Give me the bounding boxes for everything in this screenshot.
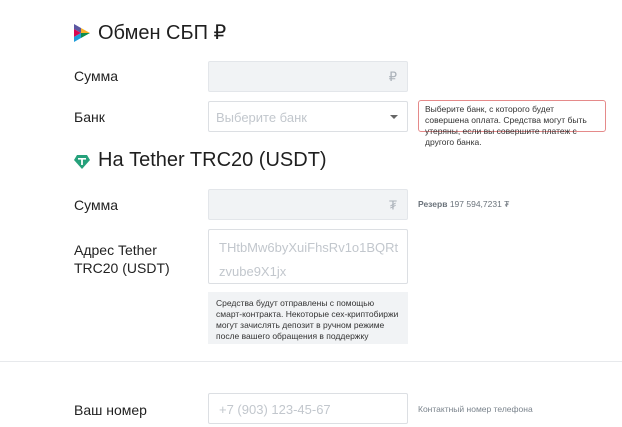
bank-warning-note: Выберите банк, с которого будет совершен… xyxy=(418,100,606,147)
bank-select-placeholder: Выберите банк xyxy=(216,110,307,125)
rub-currency-sign: ₽ xyxy=(388,68,397,84)
tether-section-header: На Tether TRC20 (USDT) xyxy=(74,149,327,172)
section-divider xyxy=(0,361,622,362)
sbp-amount-input[interactable]: ₽ xyxy=(208,61,408,92)
phone-hint: Контактный номер телефона xyxy=(418,404,533,414)
address-placeholder: THtbMw6byXuiFhsRv1o1BQRt zvube9X1jx xyxy=(219,240,399,279)
sbp-section-header: Обмен СБП ₽ xyxy=(74,20,226,45)
chevron-down-icon xyxy=(390,115,398,119)
sbp-section-title: Обмен СБП ₽ xyxy=(98,22,227,44)
tether-amount-label: Сумма xyxy=(74,197,118,213)
address-label: Адрес Tether TRC20 (USDT) xyxy=(74,242,170,276)
phone-label: Ваш номер xyxy=(74,402,147,418)
phone-placeholder: +7 (903) 123-45-67 xyxy=(219,402,331,417)
sbp-amount-label: Сумма xyxy=(74,68,118,84)
phone-input[interactable]: +7 (903) 123-45-67 xyxy=(208,393,408,424)
bank-label: Банк xyxy=(74,109,105,125)
bank-select[interactable]: Выберите банк xyxy=(208,101,408,132)
tether-section-title: На Tether TRC20 (USDT) xyxy=(98,149,327,171)
address-input[interactable]: THtbMw6byXuiFhsRv1o1BQRt zvube9X1jx xyxy=(208,229,408,284)
reserve-value: 197 594,7231 ₮ xyxy=(449,199,510,209)
tether-amount-input[interactable]: ₮ xyxy=(208,189,408,220)
tether-logo-icon xyxy=(74,153,90,169)
address-info-note: Средства будут отправлены с помощью смар… xyxy=(208,292,408,344)
reserve-info: Резерв 197 594,7231 ₮ xyxy=(418,199,509,209)
usdt-currency-sign: ₮ xyxy=(389,197,397,212)
reserve-label: Резерв xyxy=(418,199,448,209)
sbp-logo-icon xyxy=(74,23,90,42)
